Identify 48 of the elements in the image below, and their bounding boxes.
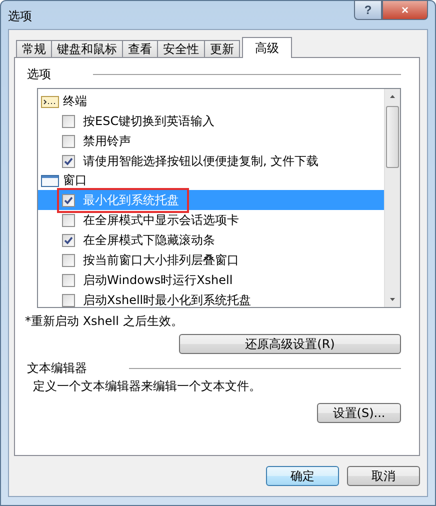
terminal-icon [41, 96, 59, 108]
checkbox[interactable] [62, 114, 75, 128]
option-item[interactable]: 在全屏模式中显示会话选项卡 [38, 210, 384, 230]
scroll-thumb[interactable] [386, 106, 399, 168]
option-item[interactable]: 按ESC键切换到英语输入 [38, 111, 384, 131]
window-icon [41, 174, 59, 186]
help-button[interactable]: ? [354, 0, 382, 20]
restore-button[interactable]: 还原高级设置(R) [179, 334, 401, 354]
option-label: 启动Xshell时最小化到系统托盘 [83, 292, 252, 308]
group-label[interactable]: 终端 [63, 93, 87, 110]
option-label: 按ESC键切换到英语输入 [83, 112, 215, 130]
option-label: 禁用铃声 [83, 132, 131, 150]
option-label: 在全屏模式中显示会话选项卡 [83, 212, 239, 228]
checkbox[interactable] [62, 234, 75, 246]
checkbox[interactable] [62, 134, 75, 148]
tab[interactable]: 高级 [242, 37, 292, 58]
tab[interactable]: 安全性 [157, 40, 205, 58]
option-item[interactable]: 请使用智能选择按钮以便便捷复制, 文件下载 [38, 151, 384, 171]
checkbox[interactable] [62, 214, 75, 226]
settings-button[interactable]: 设置(S)... [317, 403, 401, 423]
tab[interactable]: 更新 [204, 40, 240, 58]
dialog-button[interactable]: 确定 [266, 466, 339, 486]
group-heading: 文本编辑器 [27, 360, 87, 377]
tab[interactable]: 查看 [122, 40, 158, 58]
group-label[interactable]: 窗口 [63, 172, 87, 189]
checkbox[interactable] [62, 294, 75, 306]
option-label: 在全屏模式下隐藏滚动条 [83, 232, 215, 248]
tab[interactable]: 常规 [16, 40, 52, 58]
option-item[interactable]: 在全屏模式下隐藏滚动条 [38, 230, 384, 250]
option-item[interactable]: 启动Xshell时最小化到系统托盘 [38, 290, 384, 310]
editor-description: 定义一个文本编辑器来编辑一个文本文件。 [33, 378, 262, 395]
option-label: 启动Windows时运行Xshell [83, 272, 233, 288]
checkbox[interactable] [62, 254, 75, 266]
checkbox[interactable] [62, 194, 75, 206]
option-item[interactable]: 禁用铃声 [38, 131, 384, 151]
dialog-button[interactable]: 取消 [347, 466, 420, 486]
option-label: 请使用智能选择按钮以便便捷复制, 文件下载 [83, 152, 319, 170]
option-label: 最小化到系统托盘 [83, 192, 179, 208]
checkbox[interactable] [62, 154, 75, 168]
option-label: 按当前窗口大小排列层叠窗口 [83, 252, 239, 268]
group-heading: 选项 [27, 66, 51, 83]
option-item[interactable]: 按当前窗口大小排列层叠窗口 [38, 250, 384, 270]
restart-note: *重新启动 Xshell 之后生效。 [25, 313, 184, 330]
window-title: 选项 [8, 8, 32, 25]
checkbox[interactable] [62, 274, 75, 286]
option-item[interactable]: 启动Windows时运行Xshell [38, 270, 384, 290]
tab[interactable]: 键盘和鼠标 [51, 40, 123, 58]
scrollbar[interactable] [384, 89, 400, 307]
